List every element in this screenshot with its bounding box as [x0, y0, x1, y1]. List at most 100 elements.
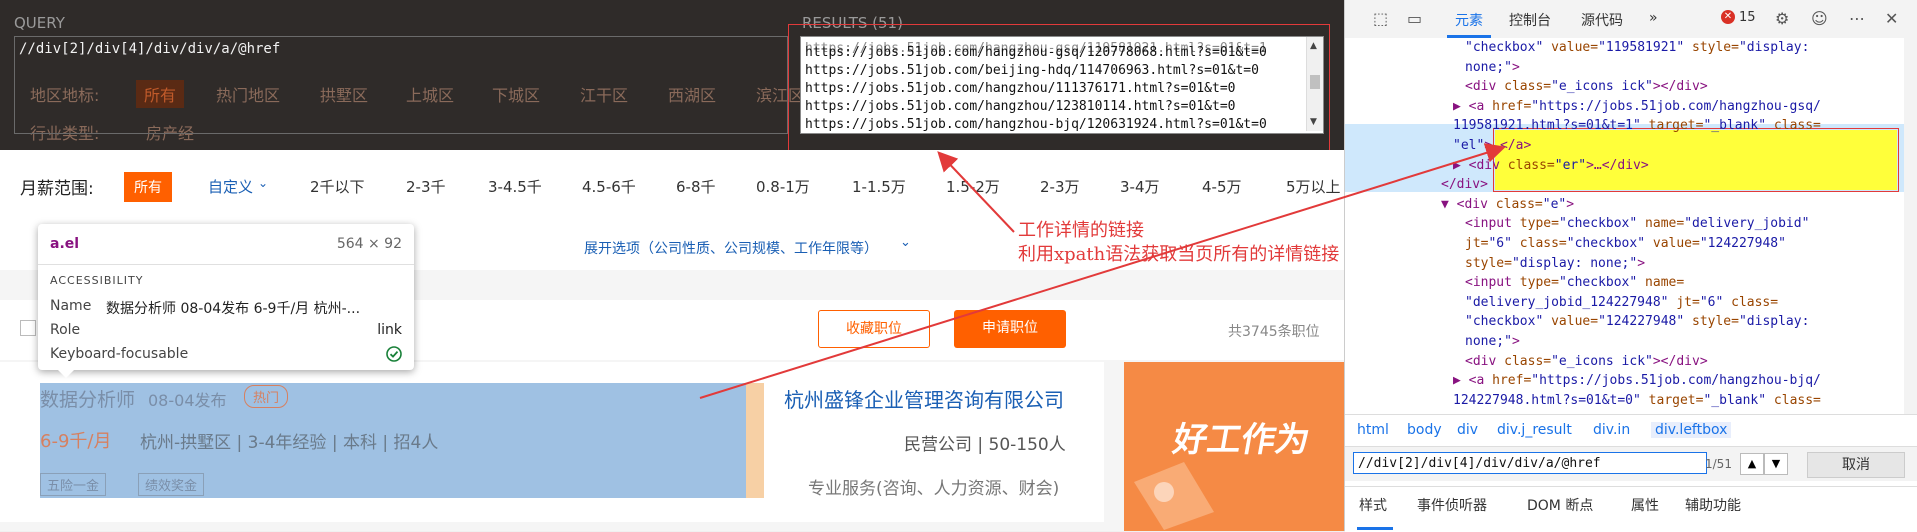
salary-option[interactable]: 0.8-1万 — [756, 176, 810, 197]
search-prev-button[interactable]: ▲ — [1740, 453, 1764, 475]
dom-tree[interactable]: "checkbox" value="119581921" style="disp… — [1345, 38, 1917, 414]
salary-option[interactable]: 3-4万 — [1120, 176, 1160, 197]
company-name-link[interactable]: 杭州盛锋企业管理咨询有限公司 — [784, 384, 1064, 413]
dom-token: "6" — [1699, 294, 1724, 310]
dom-node-line[interactable]: "checkbox" value="119581921" style="disp… — [1465, 40, 1809, 60]
dom-token: class= — [1496, 79, 1552, 95]
breadcrumb-item[interactable]: div.in — [1593, 422, 1630, 438]
dom-token: class= — [1487, 196, 1543, 212]
dom-token: none;" — [1465, 59, 1512, 75]
salary-option[interactable]: 1-1.5万 — [852, 176, 906, 197]
inspect-element-icon[interactable]: ⬚ — [1373, 9, 1388, 28]
salary-option[interactable]: 6-8千 — [676, 176, 716, 197]
salary-option-all[interactable]: 所有 — [124, 172, 172, 202]
breadcrumb-item-active[interactable]: div.leftbox — [1651, 422, 1732, 438]
dom-node-line[interactable]: none;"> — [1465, 334, 1520, 354]
apply-job-button[interactable]: 申请职位 — [954, 310, 1066, 348]
dom-token: "124227948" — [1699, 236, 1786, 251]
tab-styles[interactable]: 样式 — [1359, 495, 1387, 515]
dom-token: style= — [1684, 40, 1739, 55]
query-label: QUERY — [14, 14, 65, 32]
job-link-highlight[interactable]: 数据分析师 08-04发布 热门 6-9千/月 杭州-拱墅区 | 3-4年经验 … — [40, 383, 746, 498]
dom-token: > — [1637, 255, 1646, 271]
dom-search-input[interactable] — [1353, 452, 1707, 474]
dom-token: "checkbox" — [1558, 216, 1638, 232]
job-title[interactable]: 数据分析师 — [40, 385, 135, 412]
dom-node-line[interactable]: ▶ <div class="er">…</div> — [1453, 158, 1649, 178]
tooltip-keyboard-label: Keyboard-focusable — [50, 346, 189, 362]
dom-token: <div — [1465, 79, 1497, 95]
dom-node-line[interactable]: <input type="checkbox" name="delivery_jo… — [1465, 216, 1809, 236]
close-icon[interactable]: ✕ — [1885, 9, 1898, 28]
dom-token: "display: — [1738, 40, 1810, 55]
results-highlight-box — [788, 24, 1330, 160]
more-options-icon[interactable]: ⋯ — [1849, 9, 1865, 28]
query-input[interactable]: //div[2]/div[4]/div/div/a/@href — [14, 36, 788, 134]
dom-node-line[interactable]: "checkbox" value="124227948" style="disp… — [1465, 314, 1809, 334]
ad-banner[interactable]: 好工作为 — [1124, 362, 1344, 531]
tab-accessibility[interactable]: 辅助功能 — [1685, 495, 1741, 515]
dom-node-line[interactable]: </div> — [1441, 177, 1488, 197]
dom-scrollbar[interactable] — [1904, 38, 1917, 414]
dom-node-line[interactable]: ▶ <a href="https://jobs.51job.com/hangzh… — [1453, 373, 1821, 393]
salary-option[interactable]: 4.5-6千 — [582, 176, 636, 197]
salary-option[interactable]: 2-3万 — [1040, 176, 1080, 197]
active-tab-underline — [1357, 527, 1393, 530]
dom-node-line[interactable]: none;"> — [1465, 60, 1520, 80]
dom-token: <input — [1465, 275, 1512, 291]
dom-token: ></div> — [1652, 79, 1708, 95]
dom-token: type= — [1511, 275, 1559, 291]
salary-option[interactable]: 2-3千 — [406, 176, 446, 197]
salary-option[interactable]: 3-4.5千 — [488, 176, 542, 197]
salary-option[interactable]: 5万以上 — [1286, 176, 1341, 197]
dom-token: "https://jobs.51job.com/hangzhou-gsq/ — [1531, 98, 1821, 114]
dom-node-line[interactable]: 119581921.html?s=01&t=1" target="_blank"… — [1453, 118, 1821, 138]
dom-node-line[interactable]: 124227948.html?s=01&t=0" target="_blank"… — [1453, 393, 1821, 413]
dom-node-line[interactable]: <input type="checkbox" name= — [1465, 275, 1684, 295]
select-all-checkbox[interactable] — [20, 320, 36, 336]
tooltip-selector: a.el — [50, 236, 80, 252]
salary-option[interactable]: 2千以下 — [310, 176, 365, 197]
dom-node-line[interactable]: "delivery_jobid_124227948" jt="6" class= — [1465, 295, 1778, 315]
dom-token: "display: none;" — [1511, 255, 1638, 271]
tab-console[interactable]: 控制台 — [1509, 10, 1551, 30]
dom-node-line[interactable]: style="display: none;"> — [1465, 256, 1645, 276]
salary-option[interactable]: 4-5万 — [1202, 176, 1242, 197]
tab-properties[interactable]: 属性 — [1631, 495, 1659, 515]
expand-options-link[interactable]: 展开选项（公司性质、公司规模、工作年限等） — [584, 238, 878, 258]
dom-node-line[interactable]: <div class="e_icons ick"></div> — [1465, 354, 1708, 374]
search-next-button[interactable]: ▼ — [1764, 453, 1788, 475]
breadcrumb-item[interactable]: body — [1407, 422, 1442, 438]
dom-token: href= — [1484, 373, 1532, 389]
dom-token: value= — [1645, 236, 1700, 251]
breadcrumb-item[interactable]: html — [1357, 422, 1389, 438]
tab-dom-breakpoints[interactable]: DOM 断点 — [1527, 495, 1593, 515]
salary-option[interactable]: 1.5-2万 — [946, 176, 1000, 197]
dom-token: "delivery_jobid_124227948" — [1465, 294, 1669, 310]
device-toolbar-icon[interactable]: ▭ — [1407, 9, 1422, 28]
more-tabs-icon[interactable]: » — [1649, 10, 1658, 26]
chevron-down-icon[interactable]: ⌄ — [258, 176, 268, 190]
dom-token: jt= — [1465, 236, 1489, 251]
cancel-search-button[interactable]: 取消 — [1807, 452, 1905, 478]
dom-node-line[interactable]: jt="6" class="checkbox" value="124227948… — [1465, 236, 1786, 256]
feedback-icon[interactable]: ☺ — [1811, 9, 1828, 28]
dom-node-line[interactable]: "el">…</a> — [1453, 138, 1531, 158]
tab-elements[interactable]: 元素 — [1455, 10, 1483, 30]
breadcrumb-item[interactable]: div.j_result — [1497, 422, 1572, 438]
salary-option-custom[interactable]: 自定义 — [208, 176, 253, 197]
highlight-padding — [746, 383, 764, 498]
dom-token: name= — [1637, 275, 1685, 291]
dom-node-line[interactable]: ▼ <div class="e"> — [1441, 197, 1574, 217]
dom-node-line[interactable]: <div class="e_icons ick"></div> — [1465, 79, 1708, 99]
tab-event-listeners[interactable]: 事件侦听器 — [1417, 495, 1487, 515]
error-count[interactable]: 15 — [1739, 10, 1756, 25]
error-icon[interactable]: ✕ — [1721, 10, 1735, 24]
tab-sources[interactable]: 源代码 — [1581, 10, 1623, 30]
dom-token: > — [1511, 334, 1520, 349]
gear-icon[interactable]: ⚙ — [1775, 9, 1789, 28]
favorite-job-button[interactable]: 收藏职位 — [818, 310, 930, 348]
chevron-down-icon[interactable]: ⌄ — [900, 235, 911, 250]
breadcrumb-item[interactable]: div — [1457, 422, 1478, 438]
dom-node-line[interactable]: ▶ <a href="https://jobs.51job.com/hangzh… — [1453, 99, 1821, 119]
